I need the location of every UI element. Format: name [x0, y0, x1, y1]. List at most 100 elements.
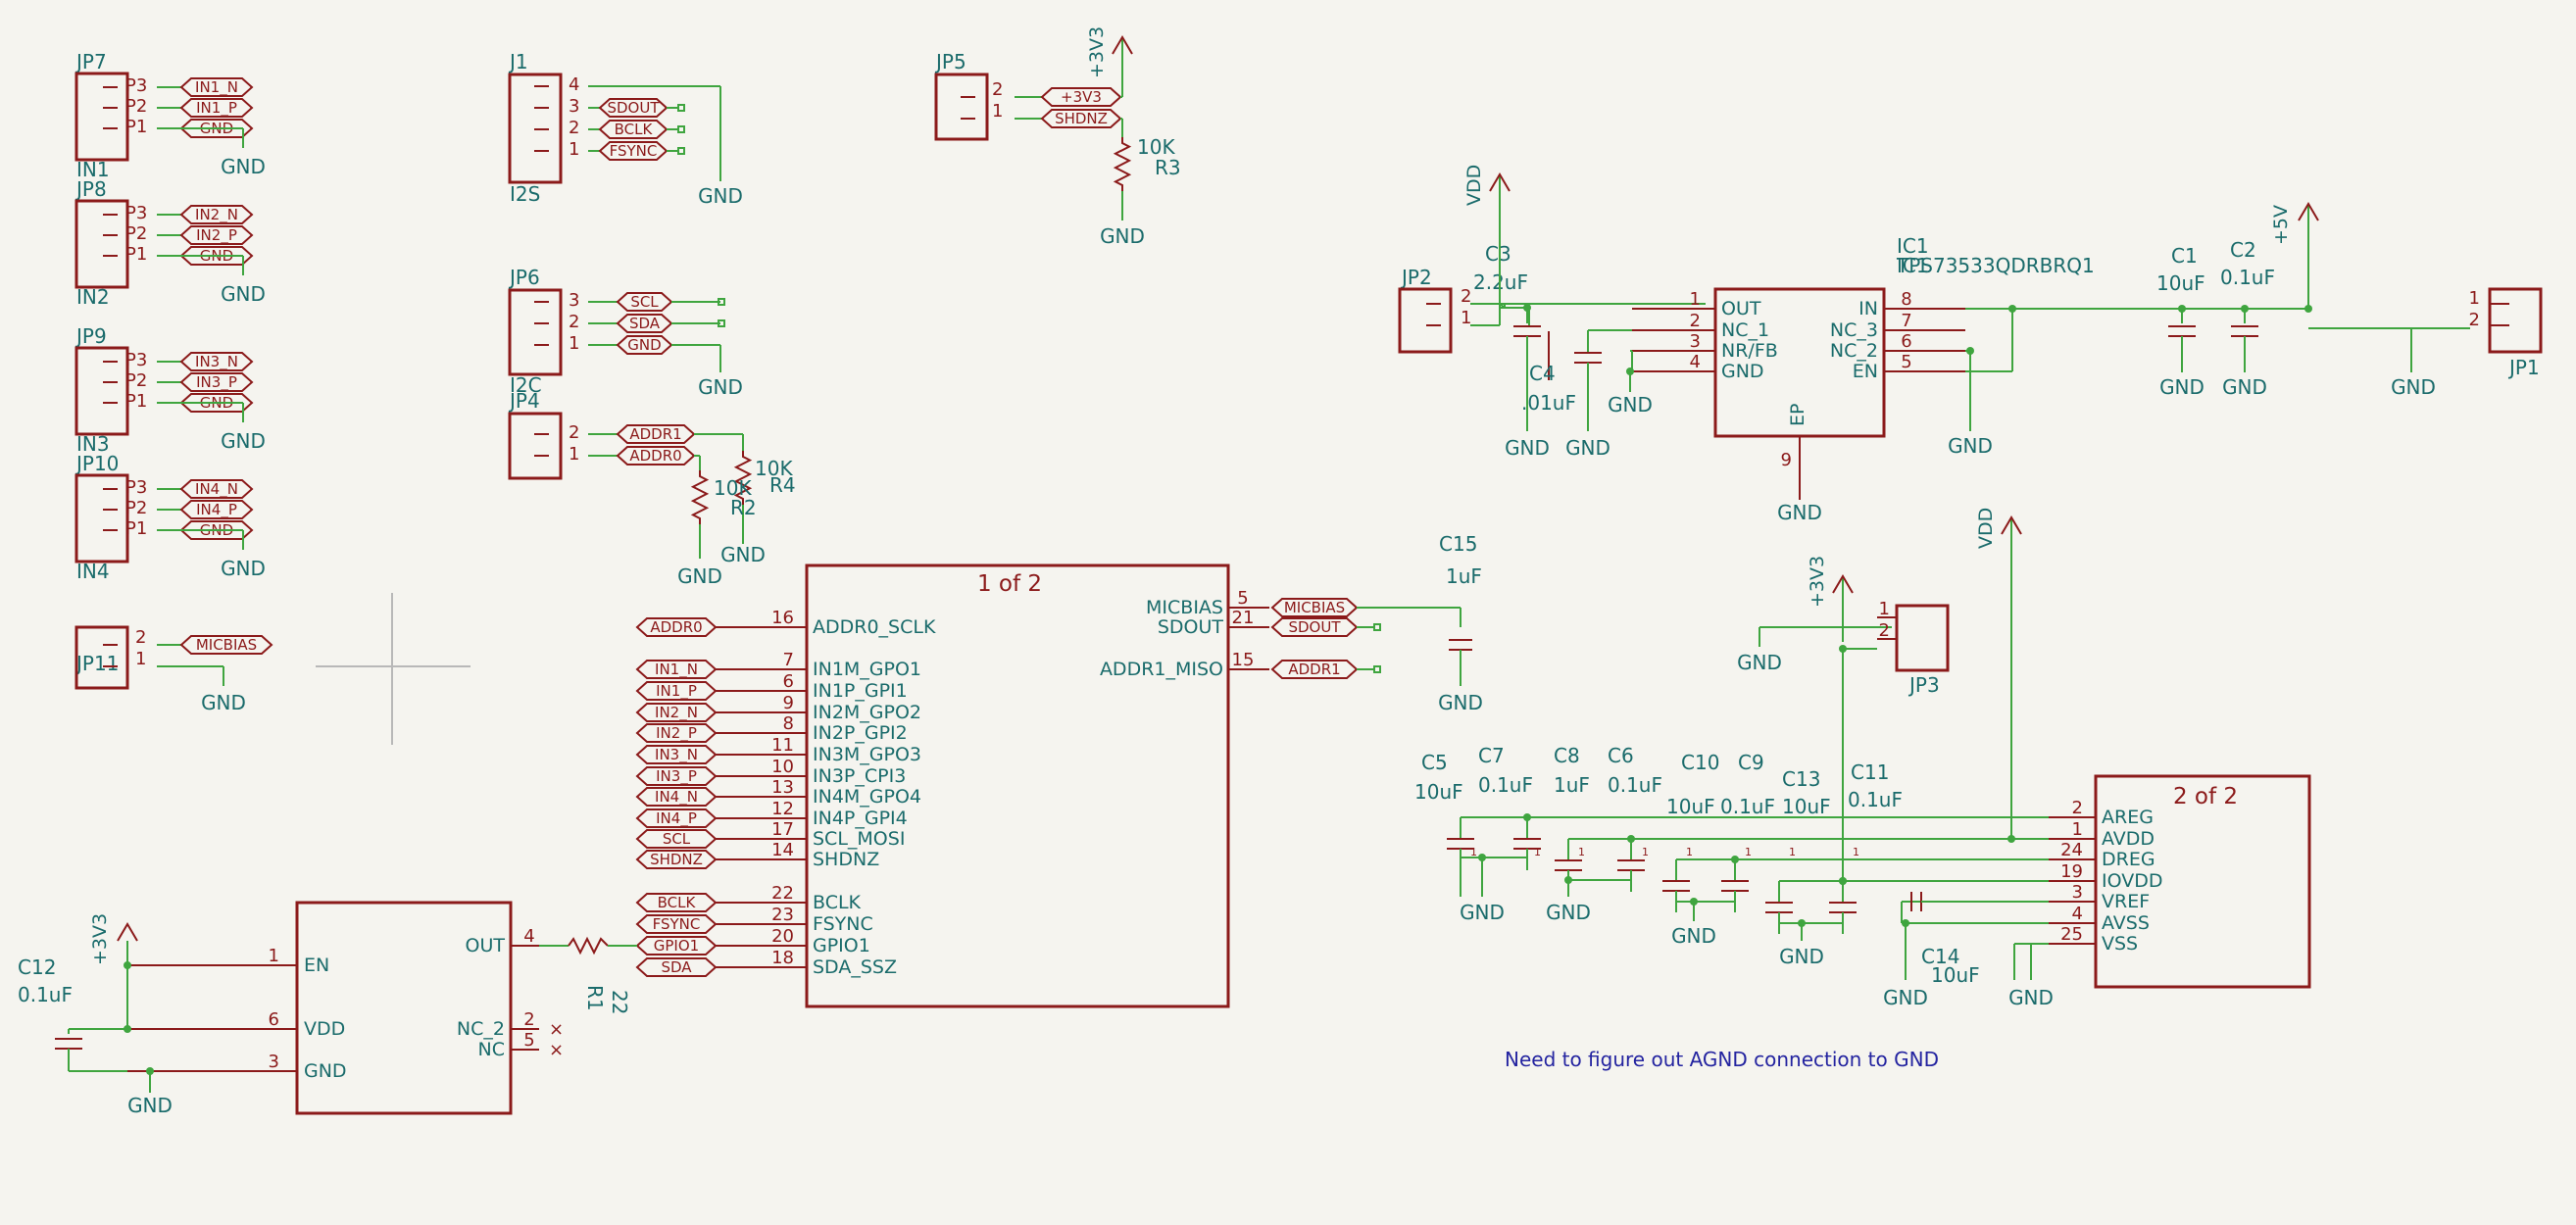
pin-number: 22 [771, 883, 794, 904]
pin-number: 10 [771, 757, 794, 777]
pin-number: 2 [992, 79, 1003, 100]
cap-ref: C11 [1851, 760, 1889, 784]
pin-number: 1 [1690, 289, 1701, 310]
pin-number: P3 [125, 477, 147, 498]
gnd-label: GND [1438, 691, 1483, 714]
gnd-label: GND [1737, 651, 1782, 674]
pin-number: 1 [269, 946, 279, 966]
pin-name: IN4P_GPI4 [813, 808, 908, 829]
pin-number: 2 [1690, 311, 1701, 331]
net-label-text: FSYNC [653, 915, 701, 933]
connector-ref: JP9 [74, 324, 107, 348]
u1-unit-label: 1 of 2 [977, 571, 1042, 597]
net-label-text: SCL [663, 830, 691, 848]
net-label-text: SDA [661, 958, 692, 976]
pin-name: VDD [304, 1018, 345, 1040]
gnd-label: GND [1565, 436, 1610, 460]
cap-pin-number: 1 [1853, 846, 1859, 858]
gnd-label: GND [1100, 224, 1145, 248]
jp4-body [508, 412, 563, 480]
power-label-3v3: +3V3 [89, 913, 111, 965]
gnd-label: GND [1777, 501, 1822, 524]
jp5-ref: JP5 [934, 50, 966, 74]
net-label-text: IN4_N [655, 788, 698, 807]
pin-number: 2 [1879, 620, 1890, 641]
jp5-body [934, 73, 989, 141]
no-connect-flag [1373, 623, 1381, 631]
u2-unit-label: 2 of 2 [2173, 784, 2238, 809]
pin-number: 23 [771, 905, 794, 925]
jp2-ref: JP2 [1400, 266, 1432, 289]
pin-number: P1 [125, 117, 147, 137]
cap-value: 10uF [1666, 795, 1715, 818]
pin-number: 4 [523, 926, 534, 947]
c4-ref: C4 [1529, 362, 1556, 385]
c3-ref: C3 [1485, 242, 1511, 266]
pin-number: 17 [771, 819, 794, 840]
pin-number: 3 [269, 1052, 279, 1072]
cap-pin-number: 1 [1686, 846, 1693, 858]
gnd-label: GND [201, 691, 246, 714]
pin-number: 1 [1461, 308, 1471, 328]
pin-number: P1 [125, 244, 147, 265]
r2-resistor [690, 470, 710, 524]
pin-number: 1 [992, 101, 1003, 122]
pin-name: IN3M_GPO3 [813, 744, 921, 765]
cap-pin-number: 1 [1789, 846, 1796, 858]
net-label-in4_n-text: IN4_N [195, 480, 238, 499]
pin-number: 24 [2060, 840, 2083, 860]
pin-number: 3 [569, 290, 579, 311]
pin-number: 25 [2060, 924, 2083, 945]
pin-number: 2 [135, 627, 146, 648]
pin-name: NC_1 [1721, 319, 1769, 341]
connector-body [74, 72, 129, 162]
connector-value: IN2 [76, 285, 110, 309]
pin-number: 8 [1901, 289, 1911, 310]
power-label-vdd: VDD [1975, 508, 1997, 549]
junction-dot [2007, 835, 2015, 843]
power-arrow [117, 922, 138, 942]
pin-number: P2 [125, 223, 147, 244]
net-label-text: IN3_N [655, 746, 698, 764]
connector-body [74, 199, 129, 289]
junction-dot [1626, 368, 1634, 375]
pin-number: 7 [1901, 311, 1911, 331]
gnd-label: GND [221, 429, 266, 453]
pin-number: 18 [771, 948, 794, 968]
cap-value: 10uF [1782, 795, 1831, 818]
net-label-text: IN1_P [656, 682, 697, 701]
pin-number: 2 [1461, 286, 1471, 307]
jp1-body [2488, 287, 2543, 354]
net-label-in4_p-text: IN4_P [196, 501, 237, 519]
r3-ref: R3 [1155, 156, 1181, 179]
cap-value: 1uF [1554, 773, 1590, 797]
net-label-text: IN4_P [656, 809, 697, 828]
no-connect-flag [677, 104, 685, 112]
pin-name: BCLK [813, 892, 862, 913]
power-label-5v: +5V [2270, 205, 2292, 245]
net-label-text: SCL [630, 293, 659, 311]
cap-ref: C8 [1554, 744, 1580, 767]
cap-ref: C6 [1608, 744, 1634, 767]
pin-name: NC_2 [457, 1018, 505, 1040]
gnd-label: GND [221, 557, 266, 580]
gnd-label: GND [1608, 393, 1653, 416]
pin-number: 6 [269, 1009, 279, 1030]
jp6-ref: JP6 [508, 266, 540, 289]
ic1-ref-text: IC1 [1897, 234, 1929, 258]
power-label-vdd: VDD [1463, 165, 1485, 206]
net-label-text: IN1_N [655, 661, 698, 679]
pin-number: 11 [771, 735, 794, 756]
pin-number: 3 [569, 96, 579, 117]
cap-ref: C7 [1478, 744, 1505, 767]
c15-value: 1uF [1446, 564, 1482, 588]
gnd-label: GND [1505, 436, 1550, 460]
pin-number: 1 [2072, 819, 2083, 840]
no-connect-x: × [549, 1040, 564, 1060]
net-label-micbias-text: MICBIAS [196, 636, 257, 654]
pin-name: NC_3 [1830, 319, 1878, 341]
pin-name: VREF [2102, 891, 2150, 912]
net-label-text: GPIO1 [654, 937, 699, 955]
no-connect-flag [718, 298, 725, 306]
net-label-text: ADDR0 [629, 447, 681, 465]
